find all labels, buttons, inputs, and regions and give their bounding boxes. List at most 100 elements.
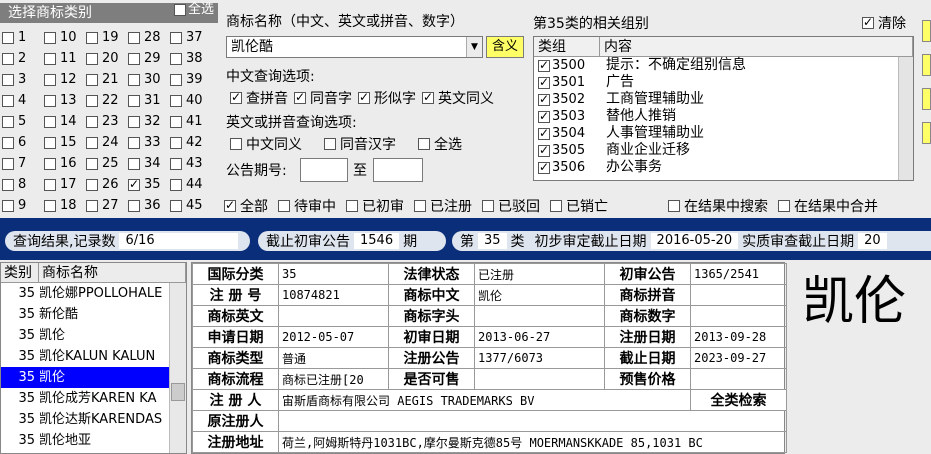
class-checkbox[interactable] — [44, 31, 56, 44]
class-option[interactable]: 15 — [44, 132, 86, 153]
class-option[interactable]: 13 — [44, 90, 86, 111]
class-option[interactable]: 37 — [170, 27, 212, 48]
en-option[interactable]: 中文同义 — [230, 134, 302, 154]
class-checkbox[interactable] — [2, 73, 14, 86]
class-checkbox[interactable] — [86, 115, 98, 128]
class-checkbox[interactable] — [170, 115, 182, 128]
class-option[interactable]: 34 — [128, 153, 170, 174]
list-item[interactable]: 35 新伦酷 — [1, 304, 186, 325]
class-option[interactable]: 7 — [2, 153, 44, 174]
class-option[interactable]: 19 — [86, 27, 128, 48]
side-button[interactable] — [922, 122, 931, 144]
group-checkbox[interactable] — [538, 58, 550, 72]
status-filter-checkbox[interactable] — [278, 200, 290, 212]
class-option[interactable]: 9 — [2, 195, 44, 216]
class-option[interactable]: 36 — [128, 195, 170, 216]
side-button[interactable] — [922, 88, 931, 110]
class-option[interactable]: 4 — [2, 90, 44, 111]
group-checkbox[interactable] — [538, 160, 550, 174]
group-clear[interactable]: 清除 — [862, 13, 906, 33]
status-filter-option[interactable]: 已驳回 — [482, 196, 540, 216]
group-row[interactable]: 3500 提示：不确定组别信息 — [534, 57, 913, 74]
group-checkbox[interactable] — [538, 126, 550, 140]
en-checkbox[interactable] — [230, 138, 242, 150]
class-checkbox[interactable] — [170, 199, 182, 212]
class-checkbox[interactable] — [2, 52, 14, 65]
class-option[interactable]: 18 — [44, 195, 86, 216]
class-option[interactable]: 8 — [2, 174, 44, 195]
group-row[interactable]: 3503 替他人推销 — [534, 108, 913, 125]
group-row[interactable]: 3502 工商管理辅助业 — [534, 91, 913, 108]
class-checkbox[interactable] — [128, 157, 140, 170]
class-option[interactable]: 39 — [170, 69, 212, 90]
class-checkbox[interactable] — [44, 52, 56, 65]
side-button[interactable] — [922, 54, 931, 76]
announcement-to-input[interactable] — [373, 158, 423, 182]
group-row[interactable]: 3504 人事管理辅助业 — [534, 125, 913, 142]
class-checkbox[interactable] — [86, 136, 98, 149]
class-checkbox[interactable] — [44, 94, 56, 107]
category-select-all[interactable]: 全选 — [173, 0, 214, 20]
class-option[interactable]: 43 — [170, 153, 212, 174]
class-option[interactable]: 16 — [44, 153, 86, 174]
class-checkbox[interactable] — [86, 157, 98, 170]
name-col-header[interactable]: 商标名称 — [39, 263, 186, 282]
class-checkbox[interactable] — [2, 31, 14, 44]
class-checkbox[interactable] — [2, 157, 14, 170]
class-option[interactable]: 40 — [170, 90, 212, 111]
status-filter-option[interactable]: 全部 — [224, 196, 268, 216]
group-row[interactable]: 3506 办公事务 — [534, 159, 913, 176]
class-checkbox[interactable] — [2, 115, 14, 128]
class-checkbox[interactable] — [170, 73, 182, 86]
class-option[interactable]: 25 — [86, 153, 128, 174]
class-checkbox[interactable] — [170, 157, 182, 170]
class-checkbox[interactable] — [44, 115, 56, 128]
class-option[interactable]: 27 — [86, 195, 128, 216]
class-checkbox[interactable] — [170, 31, 182, 44]
status-filter-checkbox[interactable] — [224, 198, 236, 212]
group-checkbox[interactable] — [538, 143, 550, 157]
cn-option[interactable]: 查拼音 — [230, 88, 288, 108]
class-option[interactable]: 10 — [44, 27, 86, 48]
class-checkbox[interactable] — [170, 178, 182, 191]
class-option[interactable]: 11 — [44, 48, 86, 69]
class-option[interactable]: 14 — [44, 111, 86, 132]
list-item[interactable]: 35 凯伦成芳KAREN KA — [1, 388, 186, 409]
status-filter-checkbox[interactable] — [346, 200, 358, 212]
class-checkbox[interactable] — [86, 31, 98, 44]
status-filter-checkbox[interactable] — [550, 200, 562, 212]
group-row[interactable]: 3505 商业企业迁移 — [534, 142, 913, 159]
class-checkbox[interactable] — [86, 52, 98, 65]
class-checkbox[interactable] — [2, 178, 14, 191]
cn-checkbox[interactable] — [294, 90, 306, 104]
group-scrollbar[interactable] — [898, 57, 913, 180]
group-checkbox[interactable] — [538, 92, 550, 106]
en-checkbox[interactable] — [324, 138, 336, 150]
meaning-button[interactable]: 含义 — [486, 36, 524, 58]
class-option[interactable]: 42 — [170, 132, 212, 153]
class-checkbox[interactable] — [128, 52, 140, 65]
class-option[interactable]: 12 — [44, 69, 86, 90]
class-option[interactable]: 26 — [86, 174, 128, 195]
class-col-header[interactable]: 类别 — [1, 263, 39, 282]
trademark-name-input[interactable]: 凯伦酷 ▼ — [226, 36, 483, 58]
group-row[interactable]: 3501 广告 — [534, 74, 913, 91]
class-checkbox[interactable] — [2, 199, 14, 212]
class-checkbox[interactable] — [170, 94, 182, 107]
cn-checkbox[interactable] — [422, 90, 434, 104]
status-filter-option[interactable]: 待审中 — [278, 196, 336, 216]
class-option[interactable]: 32 — [128, 111, 170, 132]
status-filter-checkbox[interactable] — [414, 200, 426, 212]
en-checkbox[interactable] — [418, 138, 430, 150]
scroll-thumb[interactable] — [171, 383, 185, 401]
list-item[interactable]: 35 凯伦娜PPOLLOHALE — [1, 283, 186, 304]
class-option[interactable]: 1 — [2, 27, 44, 48]
group-col-header[interactable]: 类组 — [534, 37, 600, 56]
side-button[interactable] — [922, 20, 931, 42]
class-checkbox[interactable] — [44, 136, 56, 149]
class-checkbox[interactable] — [170, 136, 182, 149]
select-all-checkbox[interactable] — [173, 4, 186, 16]
result-list-scrollbar[interactable] — [169, 283, 186, 453]
class-option[interactable]: 45 — [170, 195, 212, 216]
class-checkbox[interactable] — [128, 73, 140, 86]
